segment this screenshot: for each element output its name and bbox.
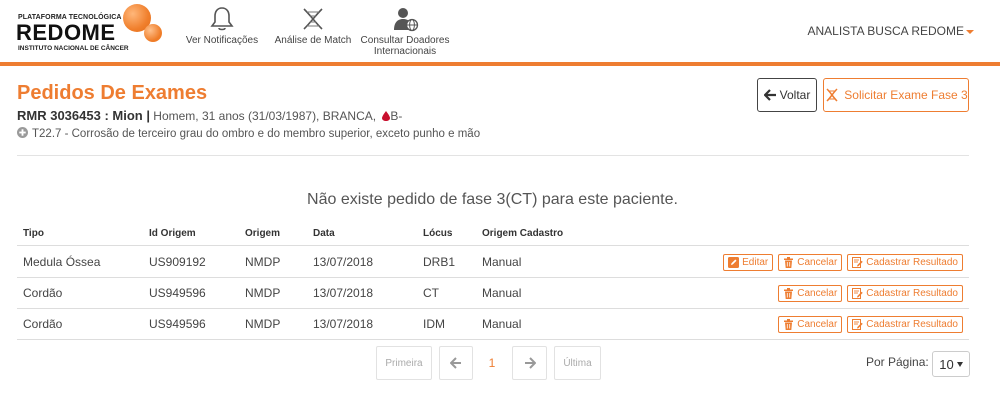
empty-state-message: Não existe pedido de fase 3(CT) para est…: [307, 191, 678, 208]
plus-circle-icon[interactable]: [17, 127, 28, 138]
cell-locus: IDM: [423, 317, 445, 331]
row-actions: Cancelar Cadastrar Resultado: [778, 309, 963, 339]
arrow-left-icon: [450, 357, 461, 369]
cadastrar-resultado-button[interactable]: Cadastrar Resultado: [847, 253, 963, 271]
blood-type: B-: [390, 109, 403, 123]
cell-origem-cadastro: Manual: [482, 286, 522, 300]
cancelar-button[interactable]: Cancelar: [778, 315, 843, 333]
diagnosis-text: T22.7 - Corrosão de terceiro grau do omb…: [32, 128, 481, 140]
cell-tipo: Cordão: [23, 286, 63, 300]
edit-document-icon: [852, 287, 863, 299]
page-title: Pedidos De Exames: [17, 82, 208, 104]
pencil-square-icon: [728, 256, 740, 268]
patient-summary: RMR 3036453 : Mion | Homem, 31 anos (31/…: [17, 108, 402, 123]
logo-sphere-small: [144, 24, 162, 42]
cell-locus: CT: [423, 286, 439, 300]
cancelar-button[interactable]: Cancelar: [778, 253, 843, 271]
patient-rmr: RMR 3036453 : Mion |: [17, 108, 150, 123]
redome-logo[interactable]: PLATAFORMA TECNOLÓGICA REDOME INSTITUTO …: [16, 4, 166, 60]
dna-icon: [826, 88, 838, 102]
per-page-label: Por Página:: [866, 355, 929, 369]
dna-icon: [303, 8, 323, 30]
solicitar-label: Solicitar Exame Fase 3: [844, 88, 968, 102]
col-header-data: Data: [313, 228, 335, 239]
patient-info: Homem, 31 anos (31/03/1987), BRANCA,: [153, 109, 377, 123]
cadastrar-resultado-label: Cadastrar Resultado: [866, 287, 958, 299]
cell-id-origem: US949596: [149, 286, 206, 300]
diagnosis-line: T22.7 - Corrosão de terceiro grau do omb…: [17, 127, 480, 140]
voltar-button[interactable]: Voltar: [757, 78, 817, 112]
row-actions: Editar Cancelar Cadastrar Resultado: [723, 247, 963, 277]
user-name: ANALISTA BUSCA REDOME: [807, 24, 965, 38]
cell-data: 13/07/2018: [313, 317, 374, 331]
bell-icon: [210, 7, 234, 31]
arrow-right-icon: [524, 357, 536, 369]
logo-line-2: REDOME: [16, 20, 116, 45]
arrow-left-icon: [763, 89, 776, 101]
cancelar-label: Cancelar: [797, 318, 838, 330]
caret-down-icon: [966, 29, 974, 34]
table-row: Cordão US949596 NMDP 13/07/2018 IDM Manu…: [17, 309, 969, 340]
cancelar-button[interactable]: Cancelar: [778, 284, 843, 302]
nav-label: Consultar Doadores Internacionais: [360, 35, 450, 57]
edit-document-icon: [852, 256, 863, 268]
cell-origem-cadastro: Manual: [482, 255, 522, 269]
table-header-row: Tipo Id Origem Origem Data Lócus Origem …: [17, 222, 969, 246]
logo-line-3: INSTITUTO NACIONAL DE CÂNCER: [18, 45, 129, 52]
caret-down-icon: [956, 361, 963, 367]
col-header-locus: Lócus: [423, 228, 453, 239]
editar-button[interactable]: Editar: [723, 253, 774, 271]
cancelar-label: Cancelar: [797, 256, 838, 268]
edit-document-icon: [852, 318, 863, 330]
trash-icon: [784, 287, 794, 299]
trash-icon: [784, 256, 794, 268]
divider: [17, 155, 969, 156]
per-page-select[interactable]: 10: [932, 351, 970, 377]
nav-analise-de-match[interactable]: Análise de Match: [270, 6, 356, 46]
pagination-next-button[interactable]: [512, 346, 547, 380]
cell-origem-cadastro: Manual: [482, 317, 522, 331]
nav-consultar-doadores-internacionais[interactable]: Consultar Doadores Internacionais: [356, 6, 454, 57]
col-header-id-origem: Id Origem: [149, 228, 196, 239]
cell-tipo: Medula Óssea: [23, 255, 101, 269]
cadastrar-resultado-label: Cadastrar Resultado: [866, 256, 958, 268]
row-actions: Cancelar Cadastrar Resultado: [778, 278, 963, 308]
table-row: Cordão US949596 NMDP 13/07/2018 CT Manua…: [17, 278, 969, 309]
nav-ver-notificacoes[interactable]: Ver Notificações: [180, 6, 264, 46]
voltar-label: Voltar: [779, 88, 811, 102]
cadastrar-resultado-button[interactable]: Cadastrar Resultado: [847, 315, 963, 333]
pagination-last-button[interactable]: Última: [554, 346, 601, 380]
cell-tipo: Cordão: [23, 317, 63, 331]
nav-label: Análise de Match: [274, 35, 352, 46]
user-globe-icon: [394, 8, 419, 32]
cell-data: 13/07/2018: [313, 286, 374, 300]
col-header-tipo: Tipo: [23, 228, 44, 239]
cell-locus: DRB1: [423, 255, 456, 269]
cell-id-origem: US949596: [149, 317, 206, 331]
cell-origem: NMDP: [245, 255, 281, 269]
pagination-current-page[interactable]: 1: [478, 346, 506, 380]
col-header-origem: Origem: [245, 228, 281, 239]
cadastrar-resultado-button[interactable]: Cadastrar Resultado: [847, 284, 963, 302]
solicitar-exame-fase-3-button[interactable]: Solicitar Exame Fase 3: [823, 78, 969, 112]
top-header: PLATAFORMA TECNOLÓGICA REDOME INSTITUTO …: [0, 0, 1000, 66]
col-header-origem-cadastro: Origem Cadastro: [482, 228, 564, 239]
cell-origem: NMDP: [245, 317, 281, 331]
cell-id-origem: US909192: [149, 255, 206, 269]
editar-label: Editar: [742, 256, 769, 268]
cell-data: 13/07/2018: [313, 255, 374, 269]
cancelar-label: Cancelar: [797, 287, 838, 299]
nav-label: Ver Notificações: [185, 35, 259, 46]
pagination-prev-button[interactable]: [439, 346, 473, 380]
pagination-first-button[interactable]: Primeira: [376, 346, 432, 380]
trash-icon: [784, 318, 794, 330]
user-menu[interactable]: ANALISTA BUSCA REDOME: [807, 24, 974, 38]
cadastrar-resultado-label: Cadastrar Resultado: [866, 318, 958, 330]
cell-origem: NMDP: [245, 286, 281, 300]
table-row: Medula Óssea US909192 NMDP 13/07/2018 DR…: [17, 247, 969, 278]
per-page-value: 10: [939, 356, 954, 372]
